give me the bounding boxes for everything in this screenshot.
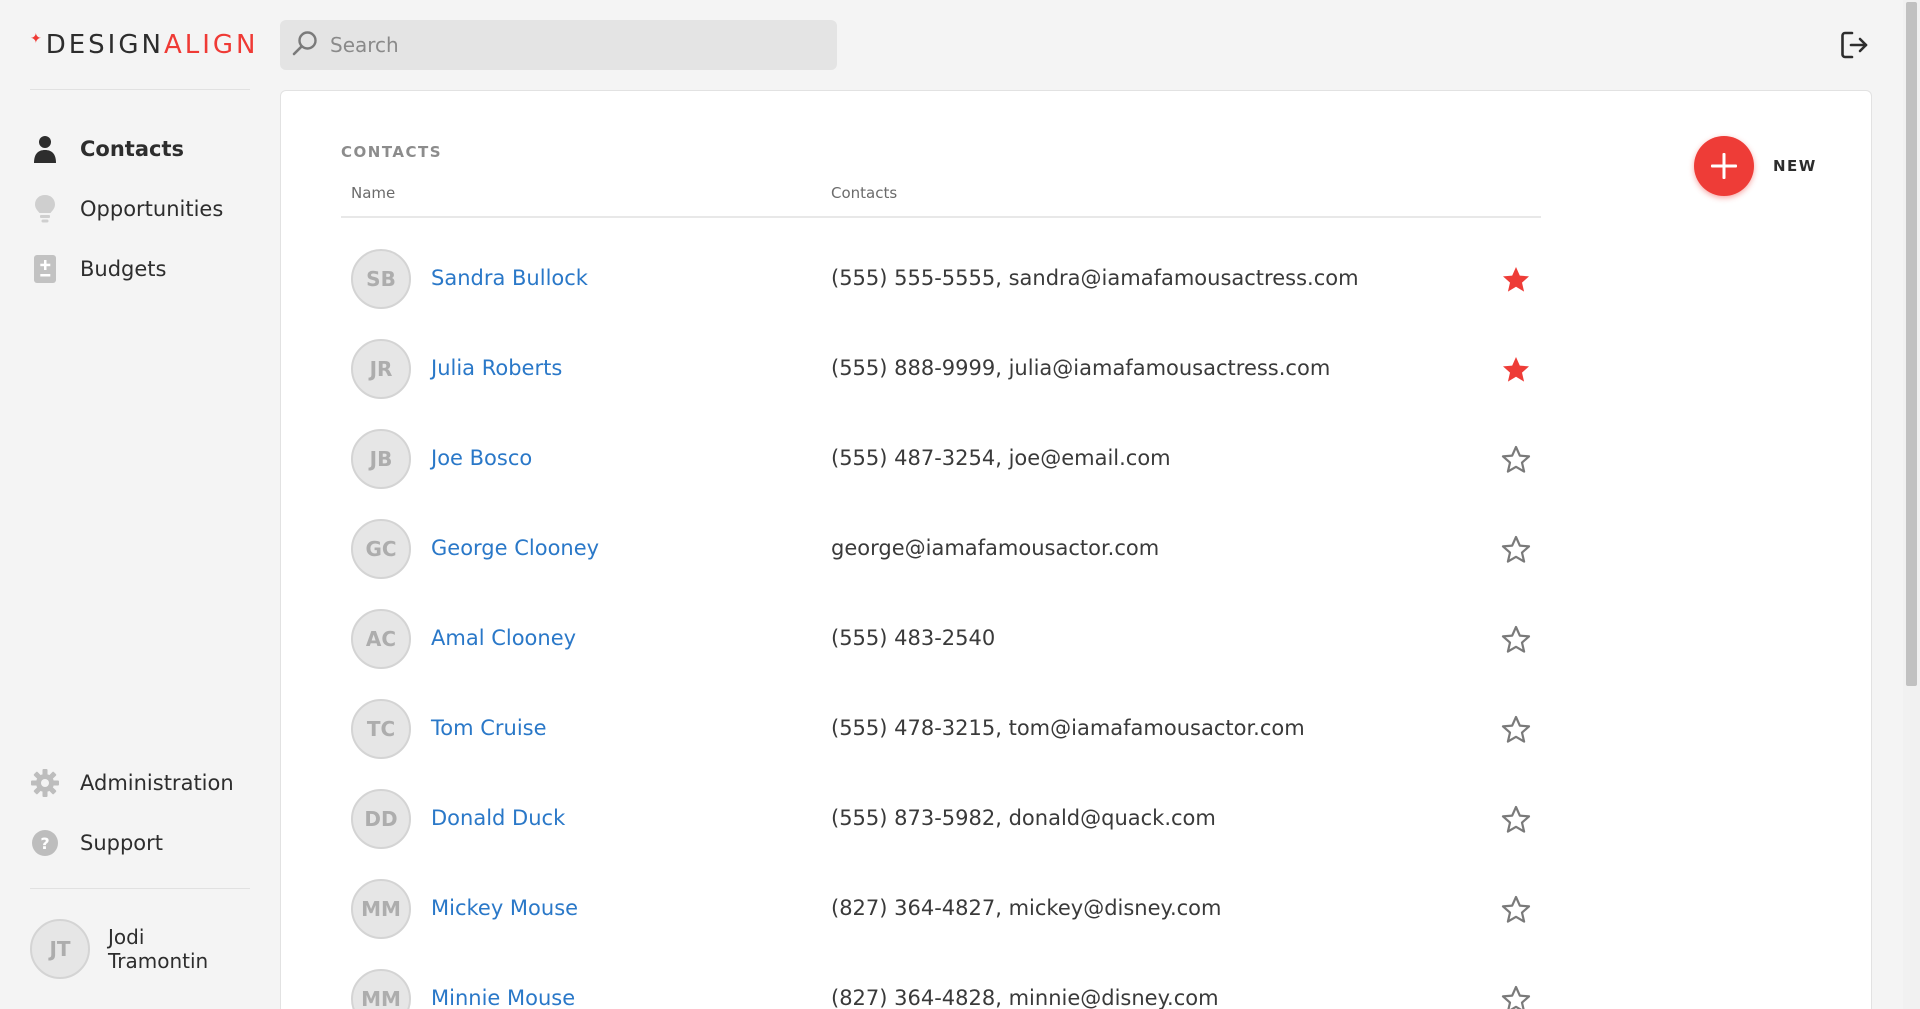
contact-name-link[interactable]: Julia Roberts — [431, 356, 562, 380]
sidebar-item-budgets[interactable]: Budgets — [30, 249, 250, 289]
sidebar-divider-bottom — [30, 888, 250, 889]
logo-mark-icon: ✦ — [30, 31, 45, 47]
avatar: TC — [351, 699, 411, 759]
contact-details: george@iamafamousactor.com — [831, 536, 1160, 560]
contact-details: (555) 483-2540 — [831, 626, 996, 650]
sidebar-item-administration[interactable]: Administration — [30, 763, 250, 803]
contacts-panel: CONTACTS NEW Name Contacts SB Sandra Bull… — [280, 90, 1872, 1009]
budget-icon — [30, 254, 60, 284]
avatar: GC — [351, 519, 411, 579]
avatar: MM — [351, 879, 411, 939]
section-title: CONTACTS — [341, 143, 443, 161]
star-outline-icon[interactable] — [1501, 805, 1531, 835]
contact-name-link[interactable]: Tom Cruise — [431, 716, 547, 740]
table-row[interactable]: SB Sandra Bullock (555) 555-5555, sandra@i… — [341, 234, 1541, 324]
new-contact-label[interactable]: NEW — [1773, 157, 1817, 175]
sidebar-item-label: Administration — [80, 771, 234, 795]
logo-text-align: ALIGN — [163, 30, 259, 60]
table-row[interactable]: DD Donald Duck (555) 873-5982, donald@quac… — [341, 774, 1541, 864]
star-outline-icon[interactable] — [1501, 535, 1531, 565]
search-input[interactable] — [330, 33, 810, 57]
person-icon — [30, 134, 60, 164]
contact-details: (555) 478-3215, tom@iamafamousactor.com — [831, 716, 1305, 740]
column-header-name[interactable]: Name — [351, 184, 395, 202]
contact-name-link[interactable]: Sandra Bullock — [431, 266, 588, 290]
table-body: SB Sandra Bullock (555) 555-5555, sandra@i… — [341, 218, 1541, 1009]
column-header-contacts[interactable]: Contacts — [831, 184, 897, 202]
contact-name-link[interactable]: Amal Clooney — [431, 626, 576, 650]
star-filled-icon[interactable] — [1501, 355, 1531, 385]
sidebar-item-contacts[interactable]: Contacts — [30, 129, 250, 169]
table-row[interactable]: MM Mickey Mouse (827) 364-4827, mickey@dis… — [341, 864, 1541, 954]
sidebar-divider-top — [30, 89, 250, 90]
star-outline-icon[interactable] — [1501, 985, 1531, 1009]
search-icon — [292, 30, 318, 60]
user-profile[interactable]: JT Jodi Tramontin — [30, 919, 250, 979]
lightbulb-icon — [30, 194, 60, 224]
contact-name-link[interactable]: Mickey Mouse — [431, 896, 578, 920]
avatar: AC — [351, 609, 411, 669]
app: ✦ DESIGN ALIGN Contacts Opportunities Bu… — [0, 0, 1920, 1009]
plus-icon — [1711, 153, 1737, 179]
logo-text-design: DESIGN — [45, 30, 164, 60]
scrollbar-thumb[interactable] — [1906, 2, 1917, 686]
contact-name-link[interactable]: Minnie Mouse — [431, 986, 575, 1009]
gear-icon — [30, 768, 60, 798]
contact-details: (555) 873-5982, donald@quack.com — [831, 806, 1216, 830]
contact-details: (827) 364-4828, minnie@disney.com — [831, 986, 1219, 1009]
contact-name-link[interactable]: Donald Duck — [431, 806, 565, 830]
sidebar-item-label: Opportunities — [80, 197, 224, 221]
star-outline-icon[interactable] — [1501, 445, 1531, 475]
star-outline-icon[interactable] — [1501, 895, 1531, 925]
avatar: JT — [30, 919, 90, 979]
contacts-table: Name Contacts SB Sandra Bullock (555) 555-… — [341, 184, 1541, 1009]
star-outline-icon[interactable] — [1501, 715, 1531, 745]
contact-name-link[interactable]: George Clooney — [431, 536, 599, 560]
sidebar-item-label: Contacts — [80, 137, 184, 161]
table-row[interactable]: TC Tom Cruise (555) 478-3215, tom@iamafamo… — [341, 684, 1541, 774]
table-row[interactable]: GC George Clooney george@iamafamousactor.c… — [341, 504, 1541, 594]
new-contact-button[interactable] — [1694, 136, 1754, 196]
sidebar-item-label: Budgets — [80, 257, 167, 281]
svg-text:?: ? — [40, 834, 49, 853]
table-header: Name Contacts — [341, 184, 1541, 218]
table-row[interactable]: MM Minnie Mouse (827) 364-4828, minnie@dis… — [341, 954, 1541, 1009]
table-row[interactable]: JB Joe Bosco (555) 487-3254, joe@email.com — [341, 414, 1541, 504]
avatar: JB — [351, 429, 411, 489]
star-filled-icon[interactable] — [1501, 265, 1531, 295]
avatar: JR — [351, 339, 411, 399]
star-outline-icon[interactable] — [1501, 625, 1531, 655]
contact-details: (555) 888-9999, julia@iamafamousactress.… — [831, 356, 1331, 380]
sidebar-item-label: Support — [80, 831, 164, 855]
sidebar-item-opportunities[interactable]: Opportunities — [30, 189, 250, 229]
sidebar-item-support[interactable]: ? Support — [30, 823, 250, 863]
user-name: Jodi Tramontin — [108, 925, 209, 973]
avatar: MM — [351, 969, 411, 1009]
avatar: DD — [351, 789, 411, 849]
avatar: SB — [351, 249, 411, 309]
logout-icon[interactable] — [1838, 28, 1872, 62]
contact-details: (555) 555-5555, sandra@iamafamousactress… — [831, 266, 1359, 290]
table-row[interactable]: JR Julia Roberts (555) 888-9999, julia@iam… — [341, 324, 1541, 414]
help-icon: ? — [30, 828, 60, 858]
search-bar[interactable] — [280, 20, 837, 70]
table-row[interactable]: AC Amal Clooney (555) 483-2540 — [341, 594, 1541, 684]
contact-details: (555) 487-3254, joe@email.com — [831, 446, 1171, 470]
contact-name-link[interactable]: Joe Bosco — [431, 446, 532, 470]
brand-logo[interactable]: ✦ DESIGN ALIGN — [30, 30, 259, 60]
contact-details: (827) 364-4827, mickey@disney.com — [831, 896, 1222, 920]
